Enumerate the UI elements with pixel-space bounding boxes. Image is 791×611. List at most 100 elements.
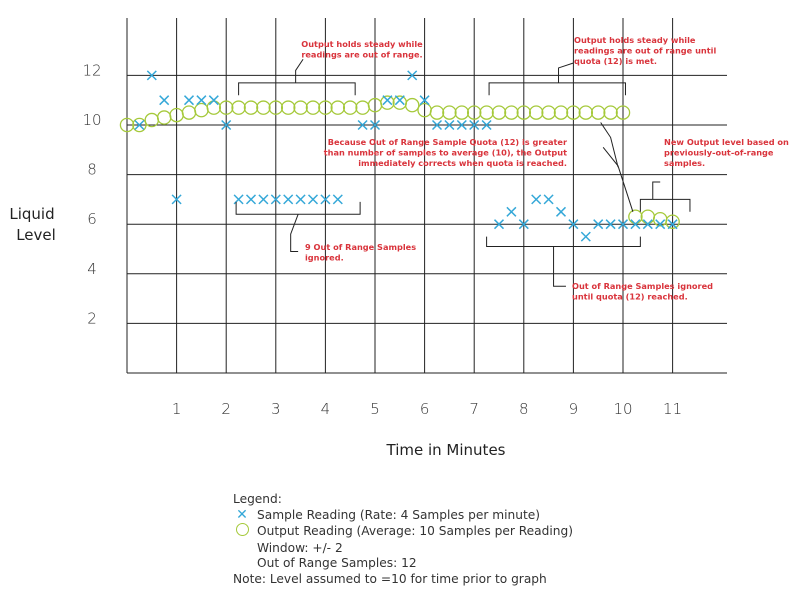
annotation-text: New Output level based on previously-out-… — [664, 137, 789, 168]
y-axis-title-line2: Level — [16, 226, 56, 244]
annotation-line: Output holds steady while — [301, 39, 423, 49]
bracket-output-hold-1 — [238, 82, 356, 96]
sample-point — [506, 206, 517, 217]
output-point — [442, 105, 457, 120]
y-tick-label: 12 — [82, 61, 101, 79]
sample-point — [183, 95, 195, 106]
output-point — [541, 105, 556, 120]
legend-window: Window: +/- 2 — [257, 540, 343, 555]
output-point — [590, 105, 606, 120]
annotation-line: quota (12) is met. — [574, 56, 657, 66]
x-tick-label: 5 — [370, 400, 380, 418]
sample-point — [382, 95, 393, 106]
sample-point — [245, 194, 257, 205]
chart-svg: 2 4 6 8 10 12 1 2 3 4 5 6 7 8 9 10 11 Liquid Level Time… — [9, 18, 789, 459]
y-tick-labels: 2 4 6 8 10 12 — [82, 61, 101, 327]
output-point — [392, 95, 408, 110]
annotation-line: previously-out-of-range — [664, 148, 774, 158]
y-tick-label: 4 — [87, 260, 97, 278]
output-point — [256, 100, 271, 115]
output-point — [553, 105, 569, 120]
annotation-line: ignored. — [305, 253, 344, 263]
x-tick-label: 11 — [663, 400, 682, 418]
output-point — [194, 102, 209, 118]
x-tick-label: 2 — [221, 400, 231, 418]
x-tick-label: 6 — [420, 400, 430, 418]
annotation-text: Output holds steady while readings are ou… — [301, 39, 423, 60]
x-marker-icon: ✕ — [236, 507, 248, 524]
legend-title: Legend: — [233, 492, 282, 506]
output-point — [231, 100, 246, 115]
sample-point — [543, 194, 554, 205]
x-tick-label: 8 — [519, 400, 529, 418]
output-point — [628, 209, 643, 225]
sample-point — [531, 194, 542, 205]
y-tick-label: 10 — [82, 111, 101, 129]
sample-point — [258, 194, 269, 205]
output-point — [243, 100, 259, 115]
output-point — [305, 100, 321, 115]
output-point — [404, 97, 420, 113]
x-tick-label: 4 — [321, 400, 331, 418]
sample-point — [555, 206, 567, 217]
leader-ignored-9 — [290, 214, 299, 252]
y-axis-title-line1: Liquid — [9, 205, 54, 223]
sample-point — [283, 194, 294, 205]
legend: Legend: ✕ Sample Reading (Rate: 4 Sample… — [233, 492, 573, 587]
x-tick-label: 1 — [172, 400, 182, 418]
annotation-line: samples. — [664, 158, 705, 168]
output-point — [206, 100, 222, 115]
annotation-line: readings are out of range until — [574, 46, 716, 56]
leader-output-hold-2 — [558, 62, 574, 83]
output-point — [156, 110, 172, 125]
output-point — [380, 95, 395, 110]
bracket-output-hold-2 — [488, 82, 626, 96]
annotation-line: readings are out of range. — [301, 50, 422, 60]
annotation-line: 9 Out of Range Samples — [305, 242, 416, 252]
sample-point — [295, 194, 306, 205]
legend-item-output: Output Reading (Average: 10 Samples per … — [233, 523, 573, 541]
y-tick-label: 8 — [87, 161, 97, 179]
output-point — [578, 105, 594, 120]
x-tick-labels: 1 2 3 4 5 6 7 8 9 10 11 — [172, 400, 682, 418]
annotation-line: Because Out of Range Sample Quota (12) i… — [328, 137, 568, 147]
output-point — [504, 105, 519, 120]
x-tick-label: 7 — [469, 400, 479, 418]
output-point — [491, 105, 507, 120]
output-point — [181, 105, 197, 120]
output-point — [342, 100, 358, 115]
x-axis-title: Time in Minutes — [386, 441, 506, 459]
annotation-text: Output holds steady while readings are ou… — [574, 35, 716, 66]
sample-point — [580, 231, 591, 242]
output-point — [454, 105, 470, 120]
leader-ignored-quota — [553, 246, 566, 287]
sample-point — [233, 194, 244, 205]
sample-point — [332, 194, 343, 205]
annotation-text: Out of Range Samples ignored until quota … — [572, 281, 713, 302]
output-point — [429, 105, 445, 120]
leader-new-output — [652, 181, 661, 200]
legend-item-sample: ✕ Sample Reading (Rate: 4 Samples per mi… — [233, 508, 573, 524]
annotation-line: Out of Range Samples ignored — [572, 281, 713, 291]
x-tick-label: 10 — [613, 400, 632, 418]
leader-because-2 — [600, 122, 619, 168]
sample-point — [159, 95, 170, 106]
annotation-line: until quota (12) reached. — [572, 292, 688, 302]
annotation-line: immediately corrects when quota is reach… — [358, 158, 567, 168]
x-tick-label: 3 — [271, 400, 281, 418]
annotation-line: Output holds steady while — [574, 35, 696, 45]
output-point — [330, 100, 346, 115]
y-tick-label: 6 — [87, 210, 97, 228]
x-tick-label: 9 — [569, 400, 579, 418]
legend-sample-label: Sample Reading (Rate: 4 Samples per minu… — [257, 507, 541, 522]
sample-point — [394, 95, 405, 106]
output-point — [528, 105, 544, 120]
bracket-ignored-quota — [486, 236, 641, 248]
output-point — [603, 105, 618, 120]
output-point — [640, 209, 656, 225]
legend-out-of-range: Out of Range Samples: 12 — [257, 556, 417, 570]
annotation-text: Because Out of Range Sample Quota (12) i… — [324, 137, 568, 168]
leader-because — [602, 147, 634, 212]
sample-point — [208, 95, 219, 106]
sample-point — [307, 194, 319, 205]
